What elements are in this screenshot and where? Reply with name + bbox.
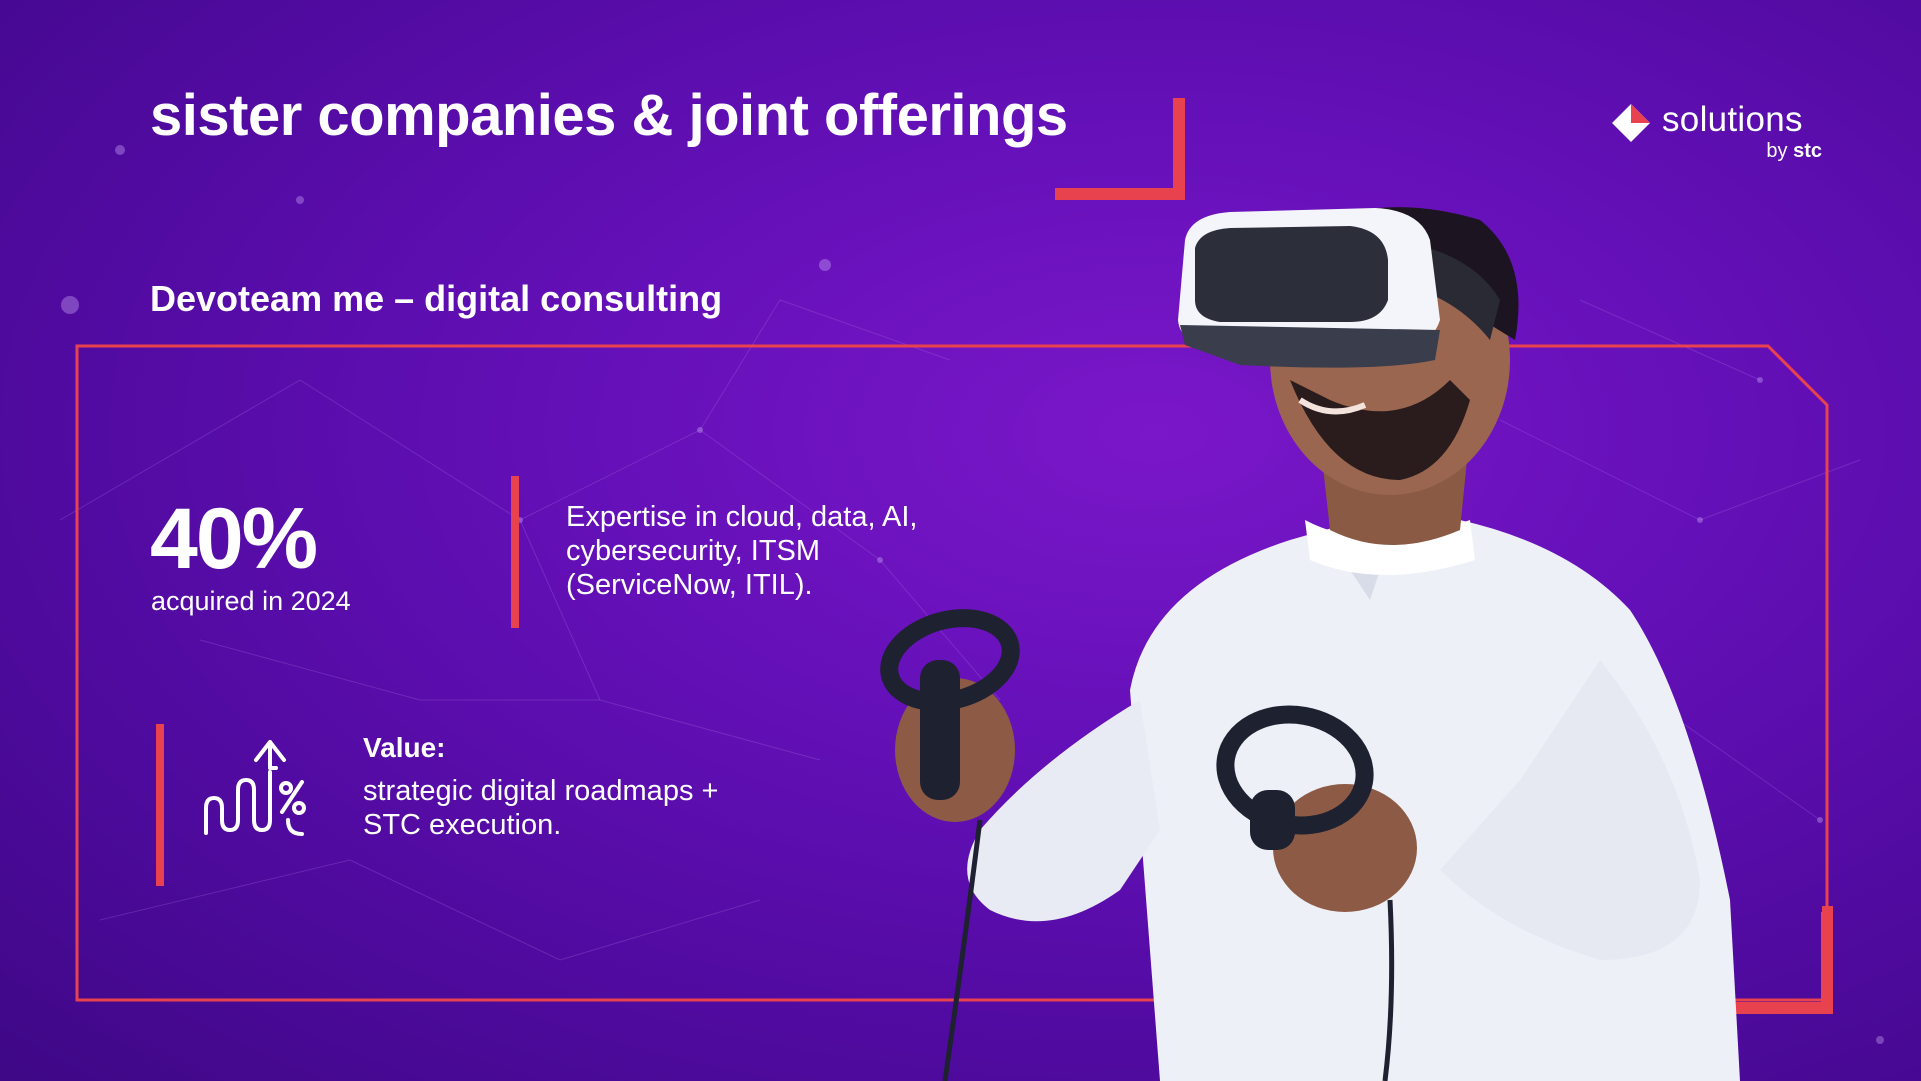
- logo-brand: stc: [1793, 140, 1822, 162]
- section-subtitle: Devoteam me – digital consulting: [150, 278, 723, 319]
- value-label: Value:: [363, 732, 446, 763]
- stat-value: 40%: [150, 491, 318, 587]
- divider-bar: [511, 476, 519, 628]
- solutions-by-stc-logo: solutions by stc: [1612, 100, 1822, 170]
- slide-title: sister companies & joint offerings: [150, 83, 1068, 148]
- growth-percent-icon: [204, 740, 306, 836]
- logo-byline: by stc: [1766, 140, 1822, 163]
- diamond-logo-icon: [1612, 104, 1650, 142]
- logo-by-text: by: [1766, 140, 1788, 162]
- stat-caption: acquired in 2024: [151, 586, 351, 616]
- logo-name: solutions: [1662, 100, 1803, 139]
- title-corner-accent: [1055, 98, 1185, 200]
- expertise-text: Expertise in cloud, data, AI, cybersecur…: [566, 501, 918, 601]
- value-accent-bar: [156, 724, 164, 886]
- value-text: strategic digital roadmaps + STC executi…: [363, 775, 719, 841]
